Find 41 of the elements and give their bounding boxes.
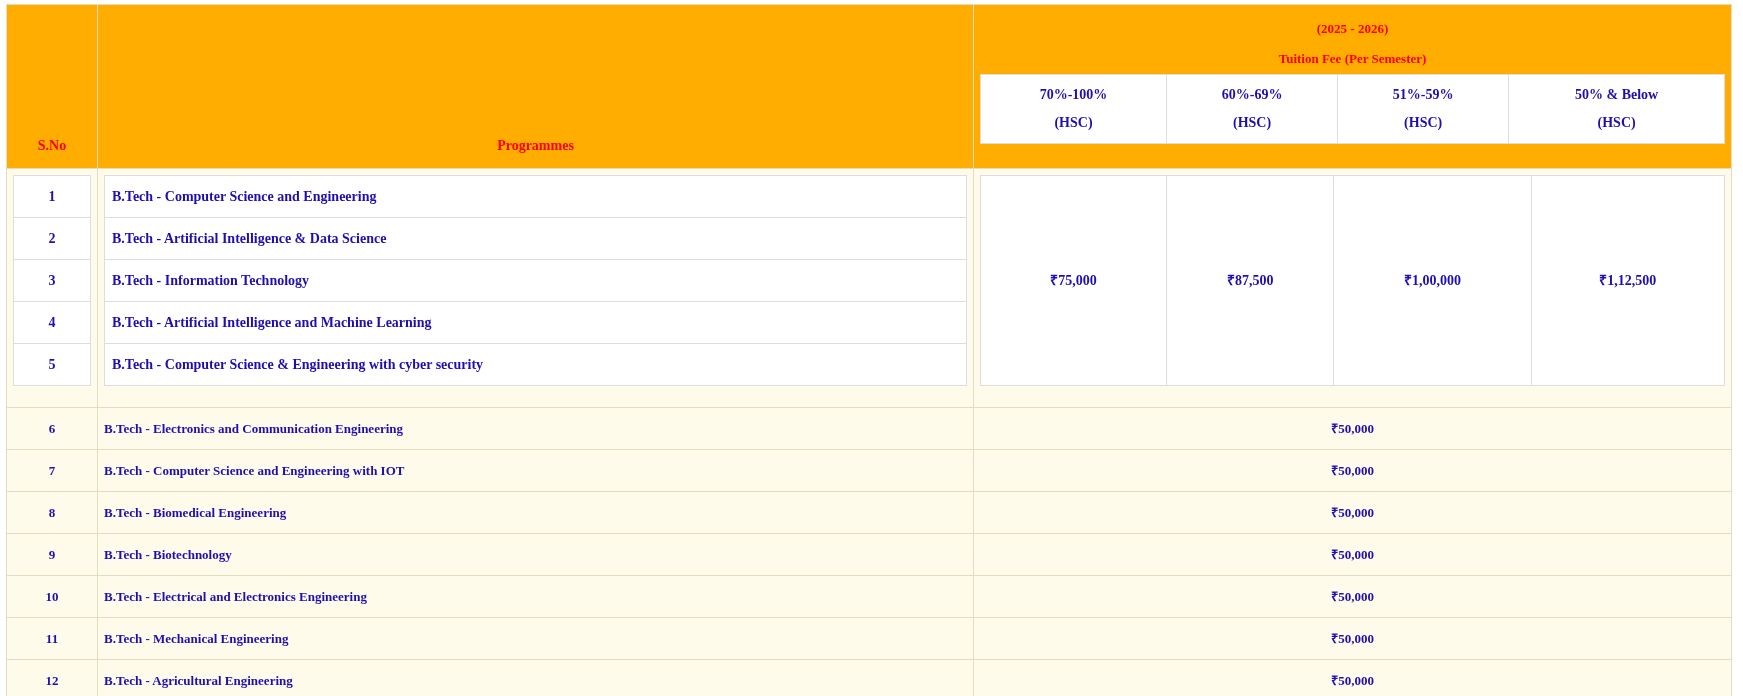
fee-cell: ₹1,00,000: [1333, 175, 1532, 386]
programme-name-cell: B.Tech - Biotechnology: [97, 533, 974, 576]
band-header-cell: 51%-59% (HSC): [1337, 74, 1509, 144]
band-header-cell: 50% & Below (HSC): [1508, 74, 1725, 144]
serial-number-cell: 10: [6, 575, 98, 618]
serial-number-cell: 5: [13, 343, 91, 386]
fee-cell: ₹75,000: [980, 175, 1167, 386]
fee-cell: ₹87,500: [1166, 175, 1334, 386]
academic-year: (2025 - 2026): [1316, 20, 1389, 38]
serial-number-cell: 3: [13, 259, 91, 302]
programme-name-cell: B.Tech - Electrical and Electronics Engineering: [97, 575, 974, 618]
programme-name-cell: B.Tech - Biomedical Engineering: [97, 491, 974, 534]
fee-cell: ₹50,000: [973, 491, 1732, 534]
programme-name-cell: B.Tech - Electronics and Communication Engineering: [97, 407, 974, 450]
programme-name-cell: B.Tech - Computer Science & Engineering with cyber security: [104, 343, 967, 386]
programme-name-cell: B.Tech - Information Technology: [104, 259, 967, 302]
serial-number-cell: 7: [6, 449, 98, 492]
serial-number-cell: 9: [6, 533, 98, 576]
fee-cell: ₹50,000: [973, 449, 1732, 492]
programme-name-cell: B.Tech - Computer Science and Engineering with IOT: [97, 449, 974, 492]
programme-name-cell: B.Tech - Mechanical Engineering: [97, 617, 974, 660]
serial-number-cell: 4: [13, 301, 91, 344]
fee-cell: ₹1,12,500: [1531, 175, 1725, 386]
table-header-cell: S.No: [6, 4, 98, 169]
programme-name-cell: B.Tech - Artificial Intelligence & Data Science: [104, 217, 967, 260]
serial-number-cell: 12: [6, 659, 98, 696]
table-header-cell: Programmes: [97, 4, 974, 169]
serial-number-cell: 11: [6, 617, 98, 660]
band-header-cell: 70%-100% (HSC): [980, 74, 1167, 144]
fee-title: Tuition Fee (Per Semester): [1278, 49, 1427, 68]
fee-cell: ₹50,000: [973, 617, 1732, 660]
fee-cell: ₹50,000: [973, 575, 1732, 618]
serial-number-cell: 8: [6, 491, 98, 534]
programme-name-cell: B.Tech - Computer Science and Engineering: [104, 175, 967, 218]
serial-number-cell: 6: [6, 407, 98, 450]
serial-number-cell: 1: [13, 175, 91, 218]
fee-cell: ₹50,000: [973, 407, 1732, 450]
band-header-cell: 60%-69% (HSC): [1166, 74, 1338, 144]
serial-number-cell: 2: [13, 217, 91, 260]
fee-cell: ₹50,000: [973, 533, 1732, 576]
programme-name-cell: B.Tech - Artificial Intelligence and Machine Learning: [104, 301, 967, 344]
